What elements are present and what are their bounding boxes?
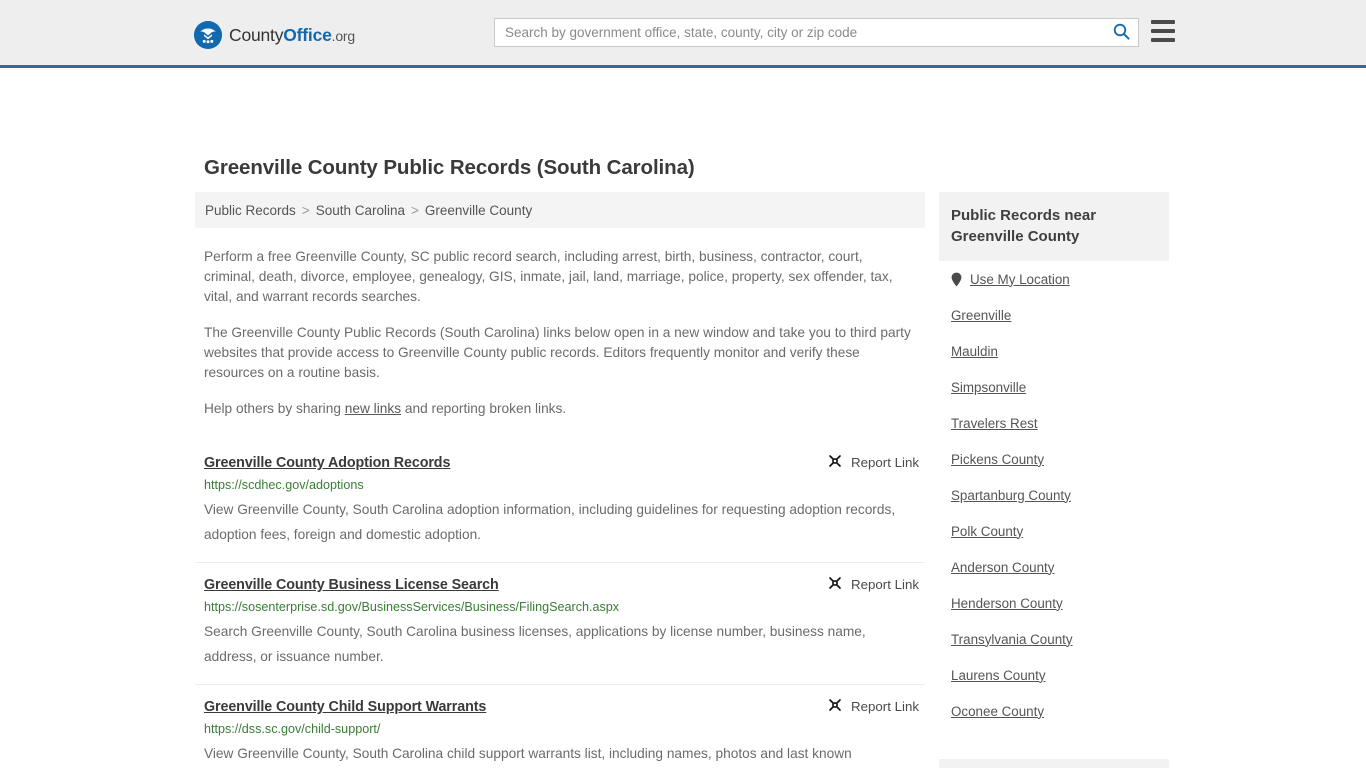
breadcrumb-separator: > (301, 202, 310, 218)
map-pin-icon (951, 272, 962, 287)
result-description: View Greenville County, South Carolina a… (204, 502, 896, 542)
result-description: View Greenville County, South Carolina c… (204, 746, 852, 761)
search-input[interactable] (495, 19, 1104, 46)
sidebar-link[interactable]: Spartanburg County (951, 488, 1071, 503)
search-button[interactable] (1104, 19, 1138, 46)
sidebar-link[interactable]: Travelers Rest (951, 416, 1038, 431)
sidebar-item-polk-county[interactable]: Polk County (939, 513, 1169, 549)
sidebar-link[interactable]: Greenville (951, 308, 1011, 323)
main-content: Public Records > South Carolina > Greenv… (195, 192, 925, 768)
sidebar-item-transylvania-county[interactable]: Transylvania County (939, 621, 1169, 657)
result-title-link[interactable]: Greenville County Adoption Records (204, 455, 450, 471)
sidebar-item-simpsonville[interactable]: Simpsonville (939, 369, 1169, 405)
result-item: Greenville County Adoption Records Repor… (195, 441, 925, 562)
site-header: CountyOffice.org (0, 0, 1366, 68)
sidebar-link[interactable]: Laurens County (951, 668, 1046, 683)
hamburger-bar (1151, 29, 1175, 33)
breadcrumb-item-public-records[interactable]: Public Records (205, 203, 296, 218)
new-links-link[interactable]: new links (345, 401, 401, 416)
intro-paragraph-3: Help others by sharing new links and rep… (204, 399, 916, 419)
logo-text: CountyOffice.org (229, 25, 355, 46)
broken-link-icon (827, 697, 843, 716)
sidebar-item-oconee-county[interactable]: Oconee County (939, 693, 1169, 729)
intro-section: Perform a free Greenville County, SC pub… (195, 247, 925, 419)
use-my-location-item[interactable]: Use My Location (939, 261, 1169, 297)
intro-prefix: Help others by sharing (204, 401, 345, 416)
sidebar-nearby-heading: Public Records near Greenville County (939, 192, 1169, 261)
intro-paragraph-1: Perform a free Greenville County, SC pub… (204, 249, 893, 304)
use-my-location-link[interactable]: Use My Location (970, 272, 1070, 287)
sidebar-link[interactable]: Henderson County (951, 596, 1063, 611)
breadcrumb: Public Records > South Carolina > Greenv… (195, 192, 925, 228)
sidebar: Public Records near Greenville County Us… (939, 192, 1169, 768)
sidebar-item-travelers-rest[interactable]: Travelers Rest (939, 405, 1169, 441)
breadcrumb-item-greenville-county: Greenville County (424, 202, 533, 218)
intro-suffix: and reporting broken links. (401, 401, 567, 416)
report-link-label: Report Link (851, 455, 919, 470)
sidebar-records-heading: Greenville County Public Records (939, 759, 1169, 768)
logo-text-county: County (229, 24, 284, 45)
result-item: Greenville County Business License Searc… (195, 562, 925, 684)
result-item: Greenville County Child Support Warrants… (195, 684, 925, 768)
report-link-label: Report Link (851, 699, 919, 714)
report-link-button[interactable]: Report Link (827, 575, 919, 594)
sidebar-link[interactable]: Oconee County (951, 704, 1044, 719)
results-list: Greenville County Adoption Records Repor… (195, 441, 925, 768)
sidebar-link[interactable]: Polk County (951, 524, 1023, 539)
sidebar-nearby-list: Use My Location Greenville Mauldin Simps… (939, 261, 1169, 729)
result-description: Search Greenville County, South Carolina… (204, 624, 866, 664)
page-title: Greenville County Public Records (South … (204, 156, 695, 179)
sidebar-item-mauldin[interactable]: Mauldin (939, 333, 1169, 369)
report-link-label: Report Link (851, 577, 919, 592)
sidebar-item-greenville[interactable]: Greenville (939, 297, 1169, 333)
result-url: https://sosenterprise.sd.gov/BusinessSer… (204, 600, 620, 614)
report-link-button[interactable]: Report Link (827, 453, 919, 472)
result-url: https://scdhec.gov/adoptions (204, 478, 364, 492)
hamburger-bar (1151, 20, 1175, 24)
eagle-seal-icon (194, 21, 222, 49)
hamburger-bar (1151, 38, 1175, 42)
sidebar-item-laurens-county[interactable]: Laurens County (939, 657, 1169, 693)
broken-link-icon (827, 575, 843, 594)
search-bar[interactable] (494, 18, 1139, 47)
logo-text-org: .org (331, 27, 356, 44)
sidebar-item-pickens-county[interactable]: Pickens County (939, 441, 1169, 477)
sidebar-link[interactable]: Simpsonville (951, 380, 1026, 395)
hamburger-menu-icon[interactable] (1151, 20, 1175, 42)
breadcrumb-item-south-carolina[interactable]: South Carolina (316, 203, 405, 218)
result-url: https://dss.sc.gov/child-support/ (204, 722, 381, 736)
report-link-button[interactable]: Report Link (827, 697, 919, 716)
breadcrumb-separator: > (411, 202, 419, 218)
sidebar-link[interactable]: Pickens County (951, 452, 1044, 467)
sidebar-item-spartanburg-county[interactable]: Spartanburg County (939, 477, 1169, 513)
sidebar-link[interactable]: Mauldin (951, 344, 998, 359)
result-title-link[interactable]: Greenville County Business License Searc… (204, 577, 499, 593)
sidebar-link[interactable]: Transylvania County (951, 632, 1073, 647)
sidebar-link[interactable]: Anderson County (951, 560, 1054, 575)
result-title-link[interactable]: Greenville County Child Support Warrants (204, 699, 486, 715)
broken-link-icon (827, 453, 843, 472)
search-icon (1113, 23, 1130, 43)
intro-paragraph-2: The Greenville County Public Records (So… (204, 325, 911, 380)
sidebar-item-anderson-county[interactable]: Anderson County (939, 549, 1169, 585)
site-logo[interactable]: CountyOffice.org (194, 21, 355, 49)
logo-text-office: Office (283, 24, 332, 45)
sidebar-item-henderson-county[interactable]: Henderson County (939, 585, 1169, 621)
